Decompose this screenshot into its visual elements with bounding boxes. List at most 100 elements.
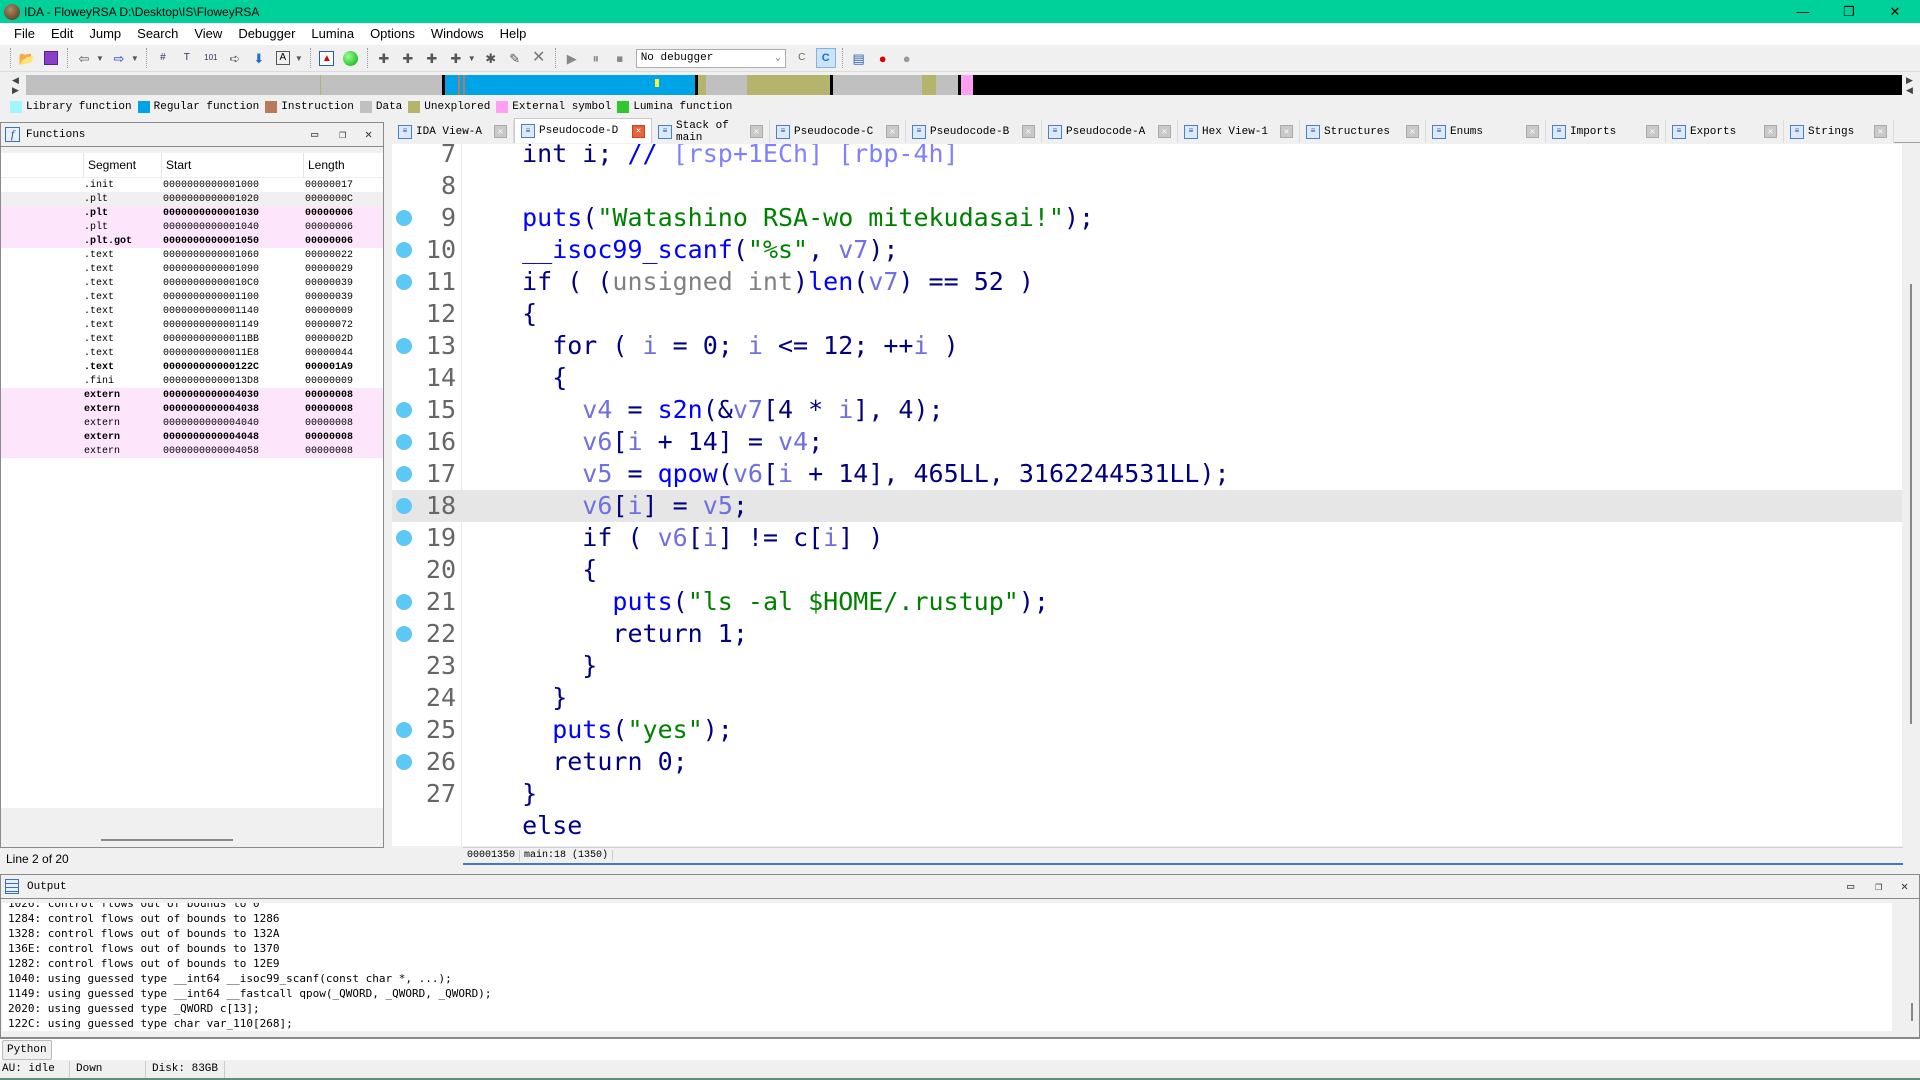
function-row[interactable]: extern 0000000000004058 00000008 [1, 444, 383, 458]
code-line[interactable]: 10 __isoc99_scanf("%s", v7); [392, 234, 1902, 266]
tab-pseudocode-c[interactable]: ≡ Pseudocode-C ✕ [770, 120, 906, 143]
function-row[interactable]: .text 000000000000122C 000001A9 [1, 360, 383, 374]
function-row[interactable]: .text 0000000000001090 00000029 [1, 262, 383, 276]
make-string-icon[interactable]: ✚ [446, 48, 466, 68]
search-binary-icon[interactable]: 101 [201, 48, 221, 68]
decompile-back-icon[interactable]: C [792, 48, 812, 68]
close-tab-icon[interactable]: ✕ [1158, 125, 1171, 138]
forward-icon[interactable]: ⇨ [109, 48, 129, 68]
menu-options[interactable]: Options [362, 23, 423, 45]
save-icon[interactable] [41, 48, 61, 68]
function-row[interactable]: extern 0000000000004038 00000008 [1, 402, 383, 416]
close-tab-icon[interactable]: ✕ [1280, 125, 1293, 138]
jump-icon[interactable]: ⬇ [249, 48, 269, 68]
code-line[interactable]: 26 return 0; [392, 746, 1902, 778]
breakpoint-list-icon[interactable]: ▤ [849, 48, 869, 68]
tab-pseudocode-d[interactable]: ≡ Pseudocode-D ✕ [514, 118, 652, 143]
output-vertical-scrollbar[interactable] [1907, 903, 1919, 1031]
tab-enums[interactable]: ≡ Enums ✕ [1426, 120, 1546, 143]
close-tab-icon[interactable]: ✕ [1874, 125, 1887, 138]
code-line[interactable]: 8 [392, 170, 1902, 202]
menu-view[interactable]: View [186, 23, 230, 45]
menu-file[interactable]: File [6, 23, 43, 45]
function-row[interactable]: .text 00000000000011E8 00000044 [1, 346, 383, 360]
column-header-segment[interactable]: Segment [83, 152, 161, 178]
scrollbar-thumb[interactable] [1911, 1003, 1913, 1021]
code-line[interactable]: 7 int i; // [rsp+1ECh] [rbp-4h] [392, 144, 1902, 170]
stop-icon[interactable]: ⏹ [610, 48, 630, 68]
close-tab-icon[interactable]: ✕ [1526, 125, 1539, 138]
tab-pseudocode-b[interactable]: ≡ Pseudocode-B ✕ [906, 120, 1042, 143]
pause-icon[interactable]: ⏸ [586, 48, 606, 68]
restore-button[interactable]: ❐ [1826, 0, 1872, 23]
close-tab-icon[interactable]: ✕ [750, 125, 763, 138]
make-array-icon[interactable]: ✱ [481, 48, 501, 68]
forward-dropdown-icon[interactable]: ▼ [131, 54, 139, 63]
code-line[interactable]: 20 { [392, 554, 1902, 586]
horizontal-scrollbar[interactable] [101, 839, 233, 841]
code-line[interactable]: 18 v6[i] = v5; [392, 490, 1902, 522]
search-hash-icon[interactable]: # [153, 48, 173, 68]
tab-imports[interactable]: ≡ Imports ✕ [1546, 120, 1666, 143]
function-row[interactable]: extern 0000000000004040 00000008 [1, 416, 383, 430]
green-circle-icon[interactable] [341, 48, 361, 68]
tab-exports[interactable]: ≡ Exports ✕ [1666, 120, 1784, 143]
command-input[interactable] [52, 1040, 1920, 1060]
maximize-panel-icon[interactable]: ▭ [311, 127, 318, 142]
menu-windows[interactable]: Windows [423, 23, 492, 45]
rename-icon[interactable]: ✎ [505, 48, 525, 68]
maximize-panel-icon[interactable]: ▭ [1847, 879, 1854, 894]
function-row[interactable]: .text 00000000000010C0 00000039 [1, 276, 383, 290]
function-row[interactable]: .plt 0000000000001040 00000006 [1, 220, 383, 234]
function-row[interactable]: .init 0000000000001000 00000017 [1, 178, 383, 192]
function-row[interactable]: .fini 00000000000013D8 00000009 [1, 374, 383, 388]
tab-structures[interactable]: ≡ Structures ✕ [1300, 120, 1426, 143]
menu-search[interactable]: Search [129, 23, 186, 45]
code-line[interactable]: 19 if ( v6[i] != c[i] ) [392, 522, 1902, 554]
make-ascii-icon[interactable]: ✚ [422, 48, 442, 68]
decompile-icon[interactable]: C [815, 48, 836, 68]
add-breakpoint-icon[interactable]: ● [873, 48, 893, 68]
code-line[interactable]: 24 } [392, 682, 1902, 714]
open-file-icon[interactable]: 📂 [17, 48, 37, 68]
text-mode-icon[interactable]: A [273, 48, 293, 68]
tab-hex-view-1[interactable]: ≡ Hex View-1 ✕ [1178, 120, 1300, 143]
back-dropdown-icon[interactable]: ▼ [96, 54, 104, 63]
code-line[interactable]: else [392, 810, 1902, 842]
menu-edit[interactable]: Edit [43, 23, 81, 45]
column-header-name[interactable] [1, 153, 83, 178]
debugger-select[interactable]: No debugger ⌄ [635, 48, 786, 68]
close-tab-icon[interactable]: ✕ [1764, 125, 1777, 138]
code-line[interactable]: 27 } [392, 778, 1902, 810]
code-line[interactable]: 22 return 1; [392, 618, 1902, 650]
search-text-icon[interactable]: T [177, 48, 197, 68]
back-icon[interactable]: ⇦ [74, 48, 94, 68]
function-row[interactable]: extern 0000000000004030 00000008 [1, 388, 383, 402]
search-direction[interactable]: Down [70, 1061, 146, 1078]
close-tab-icon[interactable]: ✕ [1646, 125, 1659, 138]
function-row[interactable]: .text 0000000000001149 00000072 [1, 318, 383, 332]
menu-jump[interactable]: Jump [81, 23, 129, 45]
tab-ida-view-a[interactable]: ≡ IDA View-A ✕ [392, 120, 514, 143]
tab-strings[interactable]: ≡ Strings ✕ [1784, 120, 1894, 143]
text-mode-dropdown-icon[interactable]: ▼ [295, 54, 303, 63]
code-line[interactable]: 14 { [392, 362, 1902, 394]
undefine-icon[interactable]: ✕ [529, 48, 549, 68]
close-tab-icon[interactable]: ✕ [632, 124, 645, 138]
run-icon[interactable]: ▶ [562, 48, 582, 68]
tab-stack-of-main[interactable]: ≡ Stack of main ✕ [652, 120, 770, 144]
python-language-button[interactable]: Python [2, 1039, 52, 1060]
pseudocode-view[interactable]: 7 int i; // [rsp+1ECh] [rbp-4h] 8 9 puts("… [392, 144, 1902, 846]
code-line[interactable]: 12 { [392, 298, 1902, 330]
function-row[interactable]: .text 00000000000011BB 0000002D [1, 332, 383, 346]
function-row[interactable]: .text 0000000000001140 00000009 [1, 304, 383, 318]
close-panel-icon[interactable]: ✕ [365, 127, 372, 142]
code-line[interactable]: 21 puts("ls -al $HOME/.rustup"); [392, 586, 1902, 618]
code-line[interactable]: 25 puts("yes"); [392, 714, 1902, 746]
function-row[interactable]: extern 0000000000004048 00000008 [1, 430, 383, 444]
close-window-button[interactable]: ✕ [1872, 0, 1918, 23]
scrollbar-thumb[interactable] [1910, 284, 1912, 724]
delete-breakpoint-icon[interactable]: ● [897, 48, 917, 68]
close-tab-icon[interactable]: ✕ [886, 125, 899, 138]
column-header-start[interactable]: Start [161, 152, 303, 178]
